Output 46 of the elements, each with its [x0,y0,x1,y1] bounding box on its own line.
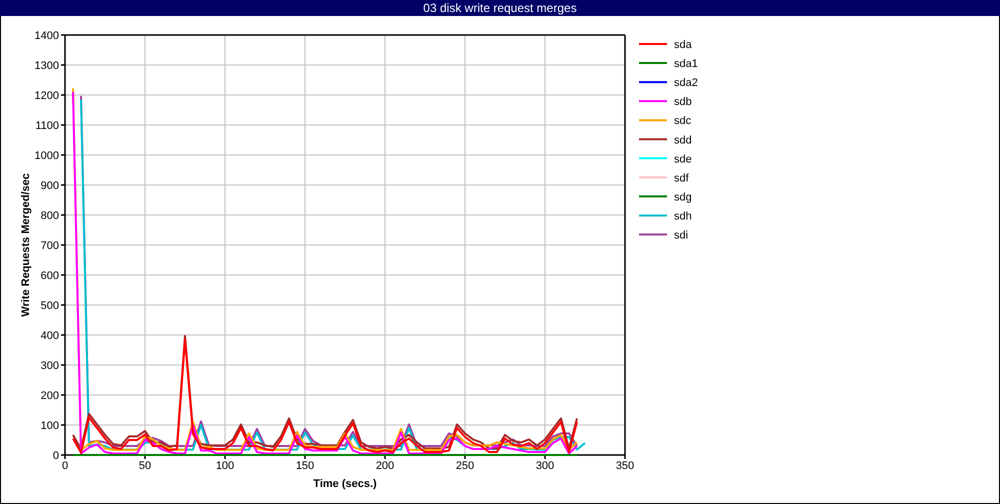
tick-label: 1200 [34,90,59,102]
tick-label: 100 [216,460,234,472]
legend-label: sde [674,153,692,166]
chart-title: 03 disk write request merges [423,0,577,16]
tick-label: 1400 [34,30,59,42]
legend-label: sda1 [674,58,698,70]
legend-swatch-icon [639,214,667,216]
tick-label: 900 [40,180,59,192]
legend-swatch-icon [639,100,667,102]
tick-label: 300 [40,360,59,372]
legend-label: sdh [674,210,692,222]
tick-label: 300 [536,460,554,472]
tick-label: 150 [296,460,314,472]
legend-label: sdd [674,134,692,146]
tick-label: 200 [376,460,394,472]
legend-label: sdc [674,115,692,128]
tick-label: 400 [40,330,59,342]
tick-label: 600 [40,270,59,282]
tick-label: 0 [52,450,59,462]
legend-swatch-icon [639,157,667,160]
legend-swatch-icon [639,81,667,84]
tick-label: 200 [40,390,59,402]
tick-label: 1000 [34,150,59,162]
legend-label: sdf [674,172,689,184]
legend-swatch-icon [639,62,667,64]
tick-label: 500 [40,300,59,312]
axis-title: Write Requests Merged/sec [20,173,32,317]
legend-swatch-icon [639,119,667,122]
axis-title: Time (secs.) [313,478,377,490]
tick-label: 1100 [35,120,59,132]
tick-label: 0 [62,460,68,472]
legend-swatch-icon [639,195,667,198]
legend-label: sdb [674,96,692,108]
tick-label: 1300 [34,60,59,72]
tick-label: 700 [40,240,59,252]
tick-label: 100 [40,420,59,432]
legend-swatch-icon [639,176,667,178]
tick-label: 250 [456,460,474,472]
tick-label: 800 [40,210,59,222]
legend-label: sdg [674,191,692,204]
legend-swatch-icon [639,138,667,140]
legend-label: sda2 [674,77,698,90]
legend-label: sdi [674,230,688,242]
tick-label: 350 [616,460,634,472]
legend-label: sda [674,39,692,51]
tick-label: 50 [138,460,152,472]
